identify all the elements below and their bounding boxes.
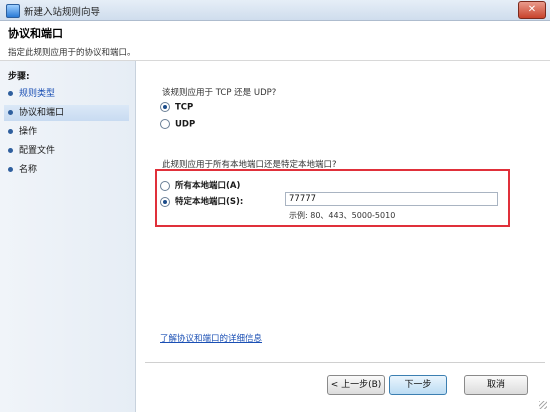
next-button[interactable]: 下一步 <box>389 375 447 395</box>
sidebar-item-protocol-ports[interactable]: 协议和端口 <box>4 105 129 121</box>
all-ports-radio-option[interactable]: 所有本地端口(A) <box>160 179 240 191</box>
sidebar-item-label: 配置文件 <box>19 146 56 156</box>
sidebar-item-label: 操作 <box>19 127 38 137</box>
sidebar-item-name: 名称 <box>4 162 129 178</box>
steps-sidebar: 步骤: 规则类型 协议和端口 操作 配置文件 名称 <box>0 61 136 412</box>
page-description: 指定此规则应用于的协议和端口。 <box>8 48 136 58</box>
wizard-header: 协议和端口 指定此规则应用于的协议和端口。 <box>0 21 550 61</box>
page-title: 协议和端口 <box>8 27 63 40</box>
tcp-radio-option[interactable]: TCP <box>160 102 193 113</box>
protocol-question: 该规则应用于 TCP 还是 UDP? <box>162 88 277 98</box>
sidebar-item-label: 规则类型 <box>19 89 56 99</box>
bullet-icon <box>8 90 13 96</box>
ports-example: 示例: 80、443、5000-5010 <box>289 211 396 220</box>
sidebar-item-rule-type[interactable]: 规则类型 <box>4 86 129 102</box>
window-titlebar: 新建入站规则向导 ✕ <box>0 0 550 21</box>
sidebar-item-label: 协议和端口 <box>19 108 65 118</box>
bullet-icon <box>8 147 13 153</box>
window-title: 新建入站规则向导 <box>24 7 101 18</box>
sidebar-item-label: 名称 <box>19 165 38 175</box>
close-button[interactable]: ✕ <box>518 1 546 19</box>
sidebar-item-profile: 配置文件 <box>4 143 129 159</box>
specific-ports-input[interactable] <box>285 192 498 206</box>
specific-ports-radio[interactable] <box>160 196 170 207</box>
back-button[interactable]: < 上一步(B) <box>327 375 385 395</box>
bullet-icon <box>8 128 13 134</box>
all-ports-label: 所有本地端口(A) <box>175 181 241 191</box>
sidebar-item-action: 操作 <box>4 124 129 140</box>
specific-ports-label: 特定本地端口(S): <box>175 197 244 207</box>
resize-grip-icon[interactable] <box>539 401 547 409</box>
cancel-button[interactable]: 取消 <box>464 375 528 395</box>
udp-radio-option[interactable]: UDP <box>160 119 195 130</box>
bullet-icon <box>8 166 13 172</box>
steps-label: 步骤: <box>8 72 30 82</box>
tcp-radio[interactable] <box>160 102 170 112</box>
all-ports-radio[interactable] <box>160 180 170 191</box>
udp-label: UDP <box>175 119 196 130</box>
udp-radio[interactable] <box>160 119 170 129</box>
tcp-label: TCP <box>175 102 194 113</box>
specific-ports-radio-option[interactable]: 特定本地端口(S): <box>160 195 243 207</box>
close-icon: ✕ <box>527 4 537 15</box>
firewall-app-icon <box>6 4 20 18</box>
bullet-icon <box>8 109 13 115</box>
footer-divider <box>145 362 545 363</box>
learn-more-link[interactable]: 了解协议和端口的详细信息 <box>160 332 262 344</box>
